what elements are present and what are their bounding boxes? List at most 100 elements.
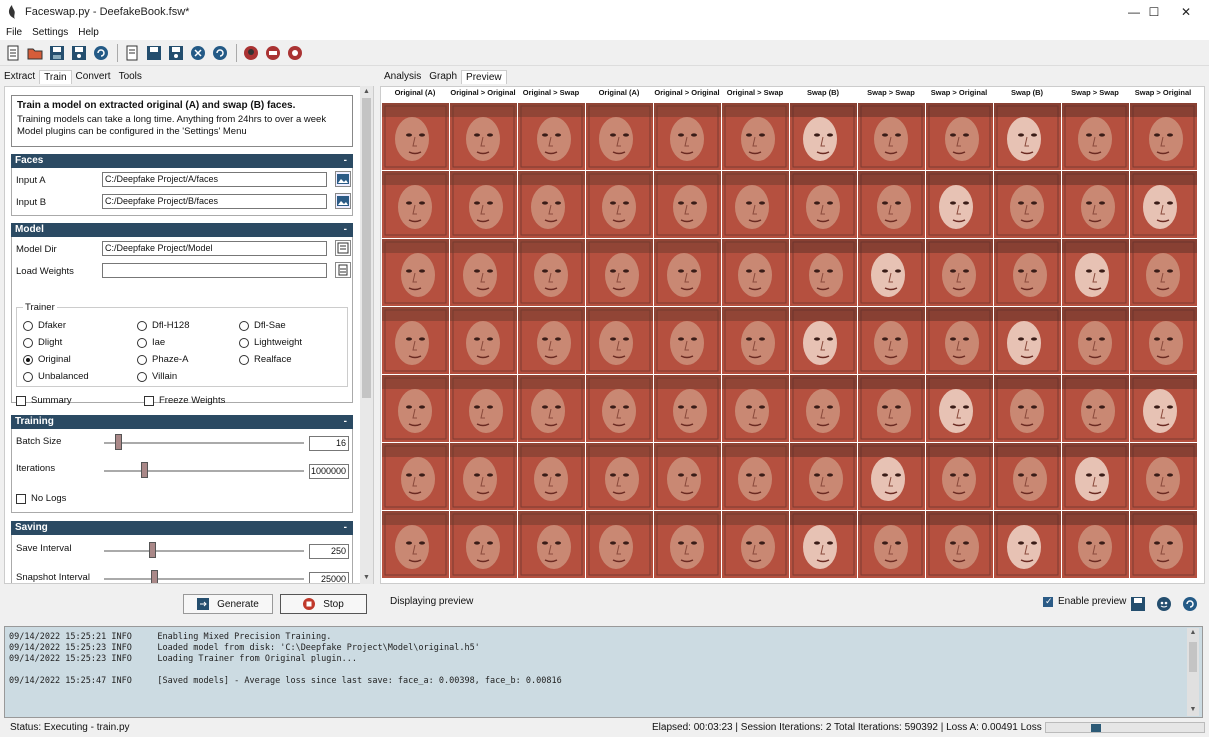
preview-face-image [790,239,857,306]
discord-icon[interactable] [263,43,283,63]
new-task-icon[interactable] [122,43,142,63]
radio-phaze-a[interactable]: Phaze-A [137,354,188,365]
saving-section-header[interactable]: Saving - [11,521,353,535]
radio-lightweight[interactable]: Lightweight [239,337,302,348]
github-icon[interactable] [285,43,305,63]
scrollbar-thumb[interactable] [362,98,371,398]
tab-preview[interactable]: Preview [461,70,507,84]
status-text: Status: Executing - train.py [10,722,130,733]
preview-face-image [1130,443,1197,510]
mask-toggle-icon[interactable] [1154,594,1174,614]
radio-realface[interactable]: Realface [239,354,292,365]
preview-face-image [586,171,653,238]
save-project-icon[interactable] [47,43,67,63]
save-interval-value[interactable]: 250 [309,544,349,559]
reload-task-icon[interactable] [210,43,230,63]
load-weights-field[interactable] [102,263,327,278]
tab-train[interactable]: Train [39,70,72,84]
radio-dfaker[interactable]: Dfaker [23,320,66,331]
faceswap-logo-icon [8,5,15,19]
close-button[interactable]: ✕ [1163,0,1209,24]
collapse-button[interactable]: - [344,154,347,168]
preview-face-image [926,171,993,238]
file-icon[interactable] [335,262,351,278]
scroll-down-icon[interactable]: ▼ [1189,706,1197,714]
generate-button[interactable]: Generate [183,594,273,614]
reload-icon[interactable] [91,43,111,63]
radio-villain[interactable]: Villain [137,371,177,382]
preview-face-image [722,443,789,510]
collapse-button[interactable]: - [344,223,347,237]
snapshot-interval-slider[interactable] [104,578,304,580]
save-task-as-icon[interactable] [166,43,186,63]
tab-tools[interactable]: Tools [115,70,146,84]
slider-handle[interactable] [141,462,148,478]
preview-column-header: Original > Original [654,88,720,97]
refresh-preview-icon[interactable] [1180,594,1200,614]
menu-bar: File Settings Help [0,24,1209,40]
menu-help[interactable]: Help [78,27,99,38]
stop-button[interactable]: Stop [280,594,367,614]
log-scrollbar[interactable]: ▲ ▼ [1187,628,1199,716]
save-as-icon[interactable] [69,43,89,63]
iterations-slider[interactable] [104,470,304,472]
slider-handle[interactable] [149,542,156,558]
preview-face-image [1130,239,1197,306]
batch-size-slider[interactable] [104,442,304,444]
menu-settings[interactable]: Settings [32,27,68,38]
slider-handle[interactable] [115,434,122,450]
save-preview-icon[interactable] [1128,594,1148,614]
tab-analysis[interactable]: Analysis [380,70,425,84]
input-b-field[interactable]: C:/Deepfake Project/B/faces [102,194,327,209]
preview-face-image [654,103,721,170]
tab-convert[interactable]: Convert [72,70,115,84]
training-section-header[interactable]: Training - [11,415,353,429]
tab-extract[interactable]: Extract [0,70,39,84]
radio-iae[interactable]: Iae [137,337,165,348]
radio-dfl-sae[interactable]: Dfl-Sae [239,320,286,331]
collapse-button[interactable]: - [344,521,347,535]
folder-image-icon[interactable] [335,171,351,187]
new-project-icon[interactable] [3,43,23,63]
radio-dlight[interactable]: Dlight [23,337,62,348]
preview-status-text: Displaying preview [390,596,474,607]
radio-unbalanced[interactable]: Unbalanced [23,371,89,382]
preview-face-image [518,307,585,374]
save-task-icon[interactable] [144,43,164,63]
model-section-header[interactable]: Model - [11,223,353,237]
iterations-value[interactable]: 1000000 [309,464,349,479]
clear-task-icon[interactable] [188,43,208,63]
batch-size-value[interactable]: 16 [309,436,349,451]
open-project-icon[interactable] [25,43,45,63]
preview-face-image [858,375,925,442]
radio-dfl-h128[interactable]: Dfl-H128 [137,320,190,331]
preview-face-image [926,375,993,442]
scroll-up-icon[interactable]: ▲ [1189,629,1197,637]
status-bar: Status: Executing - train.py Elapsed: 00… [0,718,1209,737]
model-dir-field[interactable]: C:/Deepfake Project/Model [102,241,327,256]
freeze-weights-checkbox[interactable]: Freeze Weights [144,395,225,406]
collapse-button[interactable]: - [344,415,347,429]
log-console[interactable]: 09/14/2022 15:25:21 INFO Enabling Mixed … [4,626,1203,718]
no-logs-checkbox[interactable]: No Logs [16,493,66,504]
tab-graph[interactable]: Graph [425,70,461,84]
save-interval-slider[interactable] [104,550,304,552]
snapshot-interval-value[interactable]: 25000 [309,572,349,583]
batch-size-label: Batch Size [16,435,62,447]
folder-image-icon[interactable] [335,193,351,209]
scroll-up-icon[interactable]: ▲ [362,88,371,96]
faces-section-header[interactable]: Faces - [11,154,353,168]
scroll-down-icon[interactable]: ▼ [362,574,371,582]
scrollbar-thumb[interactable] [1189,642,1197,672]
slider-handle[interactable] [151,570,158,583]
enable-preview-checkbox[interactable]: Enable preview [1043,596,1126,607]
radio-original[interactable]: Original [23,354,71,365]
window-title: Faceswap.py - DeefakeBook.fsw* [25,6,190,18]
summary-checkbox[interactable]: Summary [16,395,72,406]
options-scrollbar[interactable]: ▲ ▼ [360,86,373,584]
input-a-field[interactable]: C:/Deepfake Project/A/faces [102,172,327,187]
menu-file[interactable]: File [6,27,22,38]
folder-icon[interactable] [335,240,351,256]
patreon-icon[interactable] [241,43,261,63]
